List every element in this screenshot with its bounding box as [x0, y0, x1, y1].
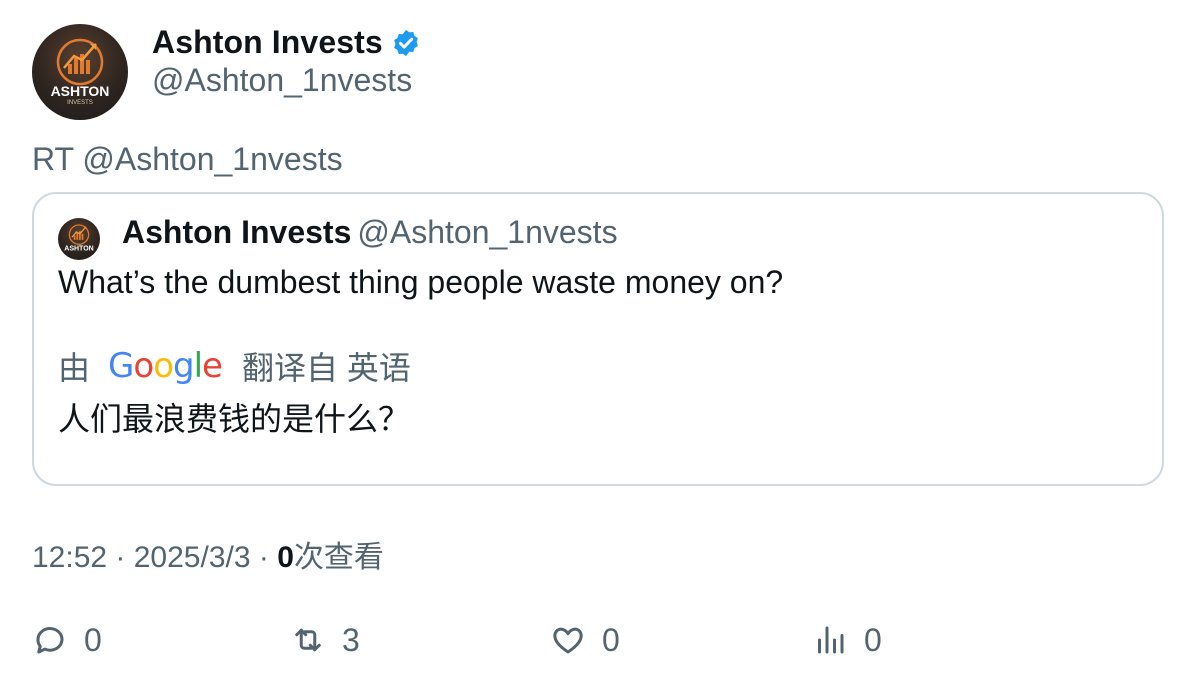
meta-separator: · — [250, 541, 278, 574]
translation-attribution: 由 Google 翻译自 英语 — [58, 344, 411, 388]
action-bar: 0 3 0 0 — [32, 616, 1164, 664]
quoted-author-name: Ashton Invests — [122, 214, 352, 250]
reply-button[interactable]: 0 — [32, 616, 102, 664]
retweet-count: 3 — [342, 621, 360, 658]
meta-views-count: 0 — [277, 541, 294, 574]
translated-text: 人们最浪费钱的是什么？ — [58, 401, 411, 437]
ashton-logo-icon: ASHTON INVESTS — [51, 38, 110, 106]
like-button[interactable]: 0 — [550, 616, 620, 664]
reply-count: 0 — [84, 621, 102, 658]
quoted-tweet-header: Ashton Invests @Ashton_1nvests — [122, 214, 618, 251]
retweet-icon — [295, 628, 321, 652]
meta-views-label: 次查看 — [293, 541, 384, 574]
heart-icon — [553, 627, 583, 654]
analytics-icon — [818, 626, 844, 654]
svg-text:INVESTS: INVESTS — [67, 100, 93, 106]
quoted-author-handle: @Ashton_1nvests — [357, 214, 618, 250]
translation-by-label: 由 — [58, 350, 91, 386]
author-handle[interactable]: @Ashton_1nvests — [152, 62, 412, 99]
translation-source-label: 翻译自 英语 — [241, 350, 411, 386]
author-display-name[interactable]: Ashton Invests — [152, 24, 383, 61]
views-count: 0 — [864, 621, 882, 658]
author-name-row: Ashton Invests — [152, 22, 421, 62]
reply-icon — [36, 627, 64, 654]
like-count: 0 — [602, 621, 620, 658]
tweet-meta: 12:52 · 2025/3/3 · 0次查看 — [32, 532, 384, 576]
verified-badge-icon — [393, 29, 418, 57]
views-button[interactable]: 0 — [812, 616, 882, 664]
quoted-tweet-card[interactable]: ASHTON Ashton Invests @Ashton_1nvests Wha… — [32, 192, 1164, 486]
google-logo: Google — [108, 346, 223, 386]
author-avatar[interactable]: ASHTON INVESTS — [32, 24, 128, 120]
tweet-date[interactable]: 2025/3/3 — [134, 541, 251, 574]
retweet-button[interactable]: 3 — [290, 616, 360, 664]
quoted-tweet-text: What’s the dumbest thing people waste mo… — [58, 264, 784, 300]
meta-separator: · — [107, 541, 134, 574]
svg-text:ASHTON: ASHTON — [51, 83, 110, 99]
ashton-logo-icon: ASHTON — [64, 224, 94, 252]
quoted-author-avatar: ASHTON — [58, 218, 100, 260]
tweet-text: RT @Ashton_1nvests — [32, 141, 343, 177]
svg-text:ASHTON: ASHTON — [64, 245, 93, 252]
tweet-time[interactable]: 12:52 — [32, 541, 107, 574]
